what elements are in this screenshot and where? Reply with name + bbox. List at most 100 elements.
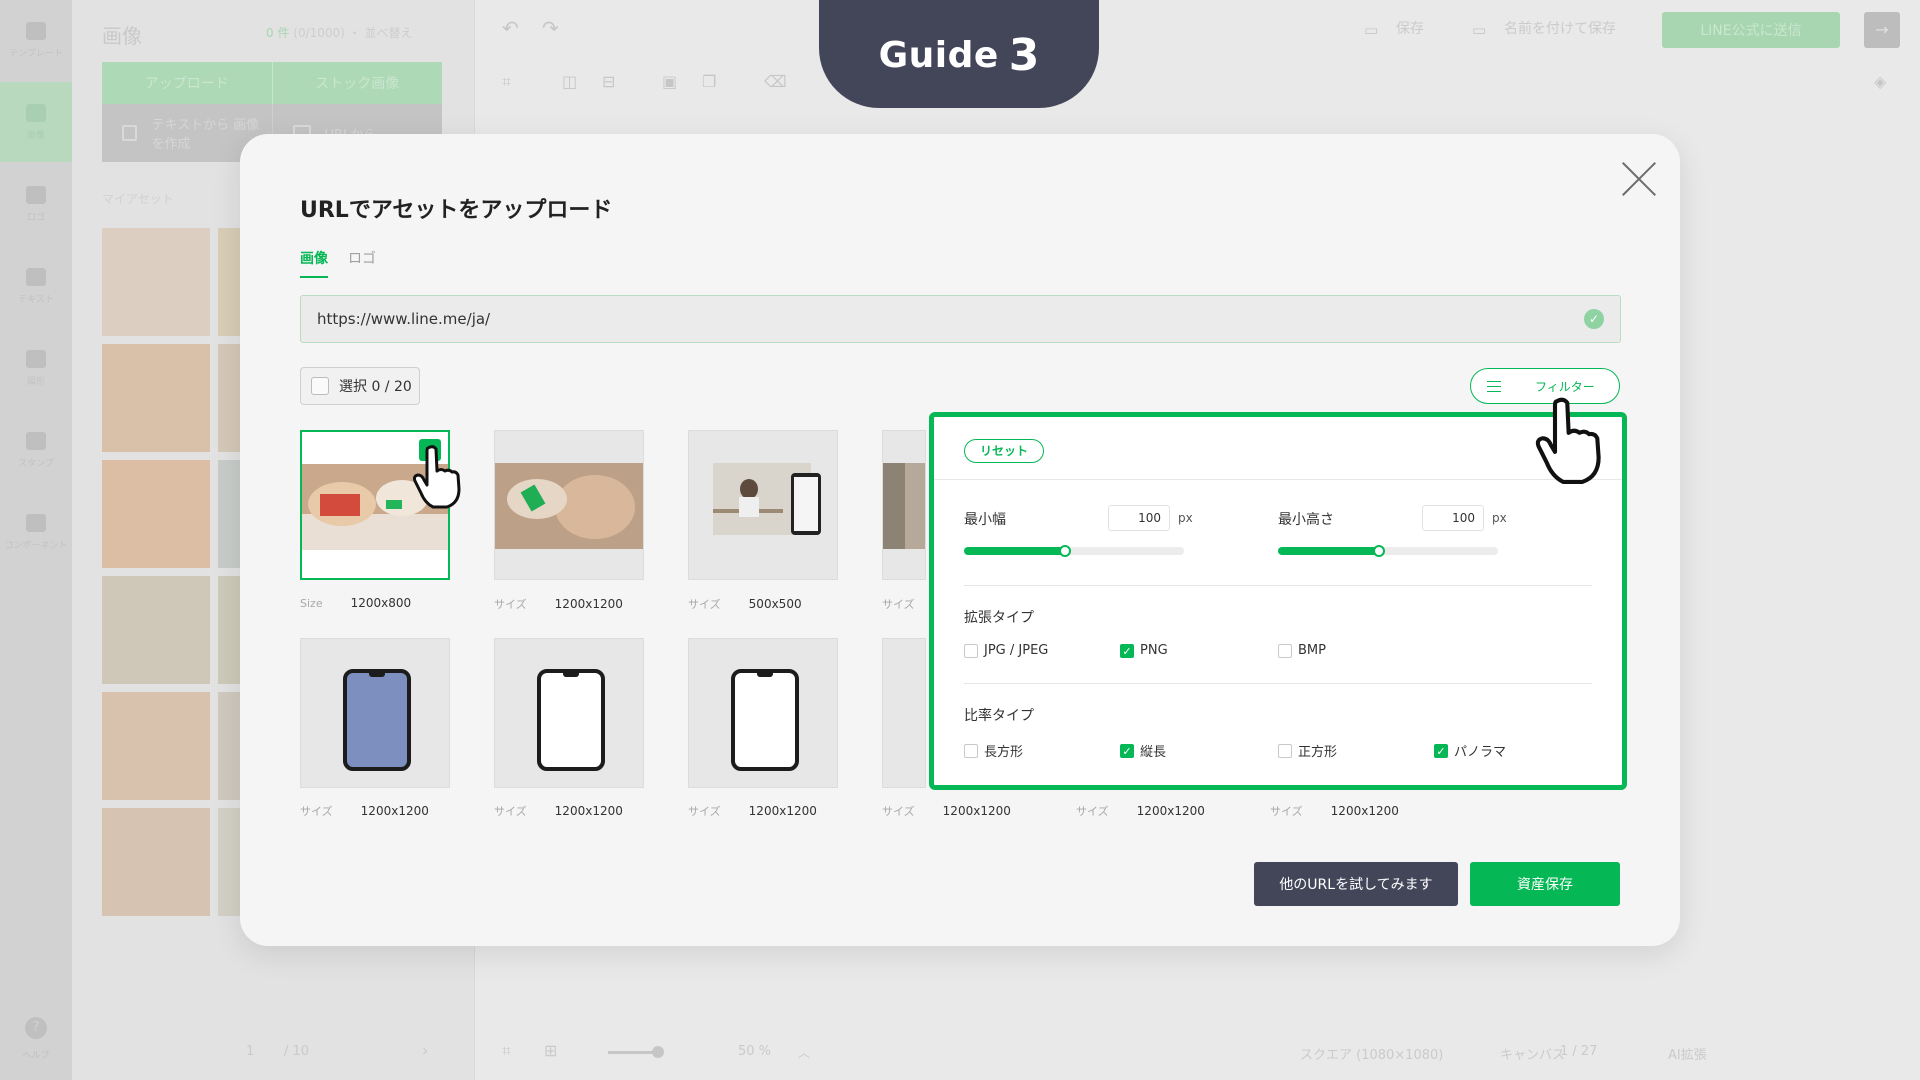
- canvas-label: キャンバス: [1500, 1048, 1566, 1063]
- flip-h-icon[interactable]: ◫: [562, 74, 582, 90]
- rail-item-template[interactable]: テンプレート: [0, 0, 72, 80]
- chevron-right-icon[interactable]: ›: [422, 1041, 428, 1060]
- text-icon: [26, 267, 46, 286]
- undo-icon[interactable]: ↶: [502, 18, 522, 38]
- reset-button[interactable]: リセット: [964, 439, 1044, 463]
- stamp-icon: [26, 431, 46, 450]
- try-other-url-button[interactable]: 他のURLを試してみます: [1254, 862, 1458, 906]
- asset-thumb[interactable]: [102, 228, 210, 336]
- url-field[interactable]: ✓: [300, 295, 1621, 343]
- asset-thumb[interactable]: [102, 808, 210, 916]
- min-width-label: 最小幅: [964, 512, 1006, 528]
- select-all-checkbox[interactable]: [311, 377, 329, 395]
- ext-option-jpg[interactable]: JPG / JPEG: [964, 643, 1048, 658]
- crop-icon[interactable]: ⌗: [502, 74, 522, 90]
- slider-fill: [964, 547, 1066, 555]
- size-label: サイズ 1200x1200: [300, 804, 429, 818]
- phone-screenshot: [343, 669, 411, 771]
- asset-thumb[interactable]: [102, 344, 210, 452]
- flip-v-icon[interactable]: ⊟: [602, 74, 622, 90]
- grid-icon[interactable]: ⌗: [502, 1041, 511, 1061]
- image-icon: [26, 103, 46, 122]
- panel-title: 画像: [102, 24, 142, 48]
- redo-icon[interactable]: ↷: [542, 18, 562, 38]
- min-width-slider[interactable]: [964, 545, 1184, 557]
- eraser-icon[interactable]: ⌫: [764, 74, 787, 90]
- checkbox-checked-icon[interactable]: ✓: [1120, 743, 1134, 758]
- asset-thumb[interactable]: [102, 576, 210, 684]
- component-icon: [26, 513, 46, 532]
- image-item[interactable]: [882, 430, 926, 580]
- close-icon[interactable]: [1620, 160, 1658, 198]
- layout-icon[interactable]: ⊞: [544, 1041, 557, 1060]
- chevron-up-icon[interactable]: ︿: [798, 1044, 810, 1061]
- exit-icon[interactable]: →: [1864, 12, 1900, 48]
- text-image-icon: [122, 125, 138, 141]
- duplicate-icon[interactable]: ❐: [702, 74, 722, 90]
- save-as-button[interactable]: 名前を付けて保存: [1504, 18, 1616, 38]
- image-item[interactable]: [300, 638, 450, 788]
- frame-icon[interactable]: ▣: [662, 74, 682, 90]
- rail-item-image[interactable]: 画像: [0, 82, 72, 162]
- ratio-type-label: 比率タイプ: [964, 708, 1034, 724]
- ai-extend[interactable]: AI拡張: [1668, 1044, 1707, 1063]
- tab-image[interactable]: 画像: [300, 248, 328, 278]
- asset-thumb[interactable]: [102, 692, 210, 800]
- url-input[interactable]: [317, 310, 1584, 328]
- ratio-option-square[interactable]: 正方形: [1278, 741, 1337, 760]
- page-total: / 10: [284, 1044, 310, 1059]
- divider: [934, 479, 1622, 480]
- slider-knob[interactable]: [1373, 545, 1386, 557]
- slider-fill: [1278, 547, 1380, 555]
- send-to-line-button[interactable]: LINE公式に送信: [1662, 12, 1840, 48]
- zoom-value[interactable]: 50 %: [738, 1044, 771, 1059]
- phone-screenshot: [731, 669, 799, 771]
- logo-icon: [26, 185, 46, 204]
- ratio-option-landscape[interactable]: 長方形: [964, 741, 1023, 760]
- image-item[interactable]: [688, 430, 838, 580]
- save-assets-button[interactable]: 資産保存: [1470, 862, 1620, 906]
- size-label: サイズ 1200x1200: [1076, 804, 1205, 818]
- check-circle-icon: ✓: [1584, 309, 1604, 329]
- tab-stock[interactable]: ストック画像: [271, 62, 442, 104]
- ext-option-bmp[interactable]: BMP: [1278, 643, 1326, 658]
- rail-item-stamp[interactable]: スタンプ: [0, 410, 72, 490]
- rail-item-shape[interactable]: 図形: [0, 328, 72, 408]
- checkbox[interactable]: [1278, 643, 1292, 658]
- image-item[interactable]: [494, 430, 644, 580]
- ratio-option-panorama[interactable]: ✓ パノラマ: [1434, 741, 1506, 760]
- save-as-icon: ▭: [1472, 21, 1487, 39]
- help-icon[interactable]: ?: [25, 1017, 47, 1039]
- canvas-size[interactable]: スクエア (1080×1080): [1300, 1044, 1443, 1063]
- min-width-input[interactable]: 100: [1108, 505, 1170, 531]
- rail-item-logo[interactable]: ロゴ: [0, 164, 72, 244]
- tab-upload[interactable]: アップロード: [102, 62, 272, 104]
- min-height-slider[interactable]: [1278, 545, 1498, 557]
- asset-thumb[interactable]: [102, 460, 210, 568]
- save-icon: ▭: [1364, 21, 1379, 39]
- select-all-toggle[interactable]: 選択 0 / 20: [300, 367, 420, 405]
- canvas-pages: 1 / 27: [1560, 1044, 1598, 1059]
- checkbox-checked-icon[interactable]: ✓: [1120, 643, 1134, 658]
- ext-option-png[interactable]: ✓ PNG: [1120, 643, 1168, 658]
- checkbox-checked-icon[interactable]: ✓: [1434, 743, 1448, 758]
- ratio-option-portrait[interactable]: ✓ 縦長: [1120, 741, 1166, 760]
- tab-logo[interactable]: ロゴ: [348, 248, 376, 278]
- zoom-slider[interactable]: [608, 1051, 658, 1054]
- checkbox[interactable]: [964, 643, 978, 658]
- photo-image: [713, 463, 821, 535]
- page-current[interactable]: 1: [246, 1044, 254, 1059]
- zoom-slider-knob[interactable]: [652, 1046, 664, 1058]
- min-height-label: 最小高さ: [1278, 512, 1334, 528]
- image-item[interactable]: [688, 638, 838, 788]
- layers-icon[interactable]: ◈: [1874, 74, 1894, 90]
- checkbox[interactable]: [964, 743, 978, 758]
- slider-knob[interactable]: [1059, 545, 1072, 557]
- image-item[interactable]: [882, 638, 926, 788]
- rail-item-component[interactable]: コンポーネント: [0, 492, 72, 572]
- min-height-input[interactable]: 100: [1422, 505, 1484, 531]
- image-item[interactable]: [494, 638, 644, 788]
- save-button[interactable]: 保存: [1396, 18, 1424, 38]
- checkbox[interactable]: [1278, 743, 1292, 758]
- rail-item-text[interactable]: テキスト: [0, 246, 72, 326]
